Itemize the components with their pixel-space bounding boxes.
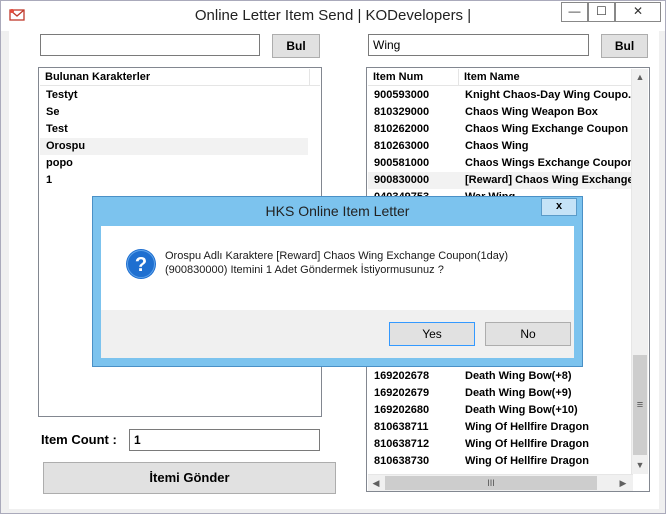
dialog-footer: Yes No	[101, 310, 574, 358]
character-search-input[interactable]	[40, 34, 260, 56]
scroll-left-arrow-icon[interactable]: ◀	[368, 475, 384, 491]
character-list-item[interactable]: 1	[40, 172, 308, 189]
character-list-header: Bulunan Karakterler	[40, 69, 320, 86]
column-header-item-num[interactable]: Item Num	[368, 69, 459, 86]
item-list-row[interactable]: 810638711 Wing Of Hellfire Dragon	[368, 419, 632, 436]
item-list-row[interactable]: 810329000 Chaos Wing Weapon Box	[368, 104, 632, 121]
item-num-cell: 169202680	[374, 404, 430, 416]
item-num-cell: 810329000	[374, 106, 430, 118]
item-num-cell: 169202679	[374, 387, 430, 399]
item-num-cell: 169202678	[374, 370, 430, 382]
item-name-cell: Chaos Wing Weapon Box	[465, 106, 598, 118]
send-item-button[interactable]: İtemi Gönder	[43, 462, 336, 494]
column-header-characters[interactable]: Bulunan Karakterler	[40, 69, 310, 86]
item-list-row[interactable]: 900830000 [Reward] Chaos Wing Exchange	[368, 172, 632, 189]
item-list-row[interactable]: 900593000 Knight Chaos-Day Wing Coupo..	[368, 87, 632, 104]
item-list-row[interactable]: 810262000 Chaos Wing Exchange Coupon	[368, 121, 632, 138]
item-name-cell: Death Wing Bow(+10)	[465, 404, 578, 416]
item-list-row[interactable]: 169202678 Death Wing Bow(+8)	[368, 368, 632, 385]
item-name-cell: Wing Of Hellfire Dragon	[465, 421, 589, 433]
character-name: Se	[46, 106, 60, 118]
dialog-body: ? Orospu Adlı Karaktere [Reward] Chaos W…	[101, 226, 574, 358]
item-name-cell: Knight Chaos-Day Wing Coupo..	[465, 89, 632, 101]
dialog-message-line-1: Orospu Adlı Karaktere [Reward] Chaos Win…	[165, 250, 509, 262]
scroll-down-arrow-icon[interactable]: ▼	[632, 457, 648, 473]
item-list-horizontal-scrollbar[interactable]: ◀ III ▶	[368, 474, 633, 491]
item-list-row[interactable]: 810638730 Wing Of Hellfire Dragon	[368, 453, 632, 470]
item-search-input[interactable]	[368, 34, 589, 56]
item-list-header: Item Num Item Name	[368, 69, 633, 86]
character-list-item[interactable]: Test	[40, 121, 308, 138]
item-name-cell: [Reward] Chaos Wing Exchange	[465, 174, 632, 186]
item-search-button[interactable]: Bul	[601, 34, 648, 58]
vertical-scroll-thumb[interactable]: ≡	[633, 355, 647, 455]
item-num-cell: 810638712	[374, 438, 430, 450]
scroll-up-arrow-icon[interactable]: ▲	[632, 69, 648, 85]
item-name-cell: Chaos Wing Exchange Coupon	[465, 123, 629, 135]
character-name: Orospu	[46, 140, 86, 152]
column-header-item-name[interactable]: Item Name	[459, 69, 633, 86]
title-bar[interactable]: Online Letter Item Send | KODevelopers |…	[1, 1, 665, 31]
item-count-input[interactable]	[129, 429, 320, 451]
svg-text:?: ?	[135, 254, 147, 276]
yes-button[interactable]: Yes	[389, 322, 475, 346]
dialog-message: Orospu Adlı Karaktere [Reward] Chaos Win…	[165, 249, 565, 277]
character-name: Testyt	[46, 89, 78, 101]
scroll-right-arrow-icon[interactable]: ▶	[615, 475, 631, 491]
item-num-cell: 810638730	[374, 455, 430, 467]
item-list-row[interactable]: 169202680 Death Wing Bow(+10)	[368, 402, 632, 419]
character-list-item[interactable]: Testyt	[40, 87, 308, 104]
dialog-close-button[interactable]: x	[541, 198, 577, 216]
character-name: Test	[46, 123, 68, 135]
item-num-cell: 810262000	[374, 123, 430, 135]
character-name: 1	[46, 174, 53, 186]
item-list-vertical-scrollbar[interactable]: ▲ ≡ ▼	[631, 69, 648, 474]
item-name-cell: Chaos Wings Exchange Coupon	[465, 157, 632, 169]
horizontal-scroll-thumb[interactable]: III	[385, 476, 597, 490]
minimize-button[interactable]: —	[561, 2, 588, 22]
main-window: Online Letter Item Send | KODevelopers |…	[0, 0, 666, 514]
dialog-message-line-2: (900830000) Itemini 1 Adet Göndermek İst…	[165, 264, 444, 276]
maximize-button[interactable]: ☐	[588, 2, 615, 22]
item-list-row[interactable]: 169202679 Death Wing Bow(+9)	[368, 385, 632, 402]
item-name-cell: Chaos Wing	[465, 140, 529, 152]
item-name-cell: Wing Of Hellfire Dragon	[465, 438, 589, 450]
character-search-button[interactable]: Bul	[272, 34, 320, 58]
item-name-cell: Wing Of Hellfire Dragon	[465, 455, 589, 467]
character-list-item[interactable]: Se	[40, 104, 308, 121]
item-count-label: Item Count :	[41, 432, 117, 447]
item-num-cell: 810263000	[374, 140, 430, 152]
character-list-item[interactable]: popo	[40, 155, 308, 172]
confirm-dialog: HKS Online Item Letter x ? Orospu Adlı K…	[92, 196, 583, 367]
no-button[interactable]: No	[485, 322, 571, 346]
item-num-cell: 810638711	[374, 421, 429, 433]
item-num-cell: 900830000	[374, 174, 430, 186]
item-num-cell: 900593000	[374, 89, 430, 101]
question-icon: ?	[126, 249, 156, 279]
item-name-cell: Death Wing Bow(+9)	[465, 387, 572, 399]
character-list-item[interactable]: Orospu	[40, 138, 308, 155]
item-name-cell: Death Wing Bow(+8)	[465, 370, 572, 382]
item-num-cell: 900581000	[374, 157, 430, 169]
close-button[interactable]: ✕	[615, 2, 661, 22]
item-list-row[interactable]: 810638712 Wing Of Hellfire Dragon	[368, 436, 632, 453]
character-name: popo	[46, 157, 73, 169]
dialog-title: HKS Online Item Letter	[265, 203, 410, 219]
item-list-row[interactable]: 810263000 Chaos Wing	[368, 138, 632, 155]
item-list-row[interactable]: 900581000 Chaos Wings Exchange Coupon	[368, 155, 632, 172]
